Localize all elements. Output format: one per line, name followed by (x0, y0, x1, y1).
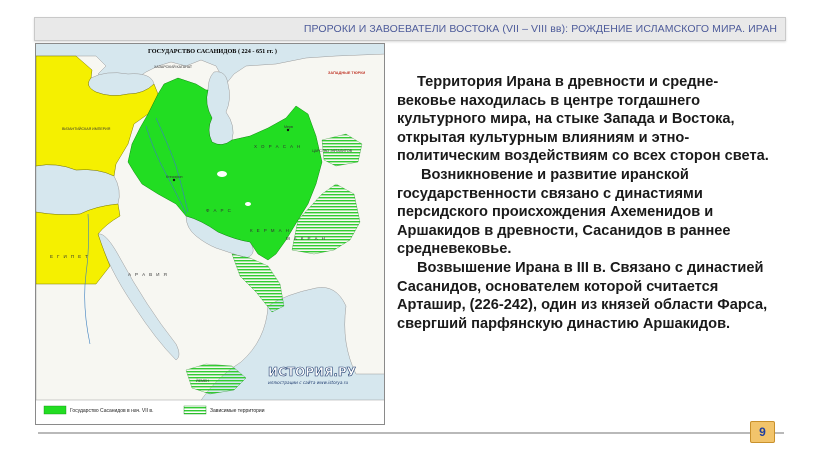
label-khorasan: Х О Р А С А Н (254, 144, 302, 149)
legend-contested-label: Зависимые территории (210, 408, 265, 414)
label-hephthalites: ЦАРСТВО ЭФТАЛИТОВ (312, 149, 353, 153)
map-title: ГОСУДАРСТВО САСАНИДОВ ( 224 - 651 гг. ) (148, 48, 277, 55)
city-dot (286, 128, 290, 132)
footer-divider (38, 432, 784, 434)
watermark-caption: иллюстрации с сайта www.istorya.ru (268, 380, 348, 385)
header-bar: ПРОРОКИ И ЗАВОЕВАТЕЛИ ВОСТОКА (VII – VII… (34, 17, 786, 41)
label-fars: Ф А Р С (206, 208, 232, 213)
map-sasanid-state: ГОСУДАРСТВО САСАНИДОВ ( 224 - 651 гг. ) … (35, 43, 385, 425)
label-khazar: ХАЗАРСКИЙ КАГАНАТ (154, 65, 193, 69)
paragraph-1: Территория Ирана в древности и средне-ве… (397, 74, 769, 165)
label-arabia: А Р А В И Я (128, 272, 168, 277)
map-canvas: ГОСУДАРСТВО САСАНИДОВ ( 224 - 651 гг. ) … (36, 44, 384, 424)
lake (245, 202, 251, 206)
watermark-logo: ИСТОРИЯ.РУ (268, 365, 356, 379)
lake (217, 171, 227, 177)
legend-swatch-sasanid (43, 405, 67, 415)
label-yemen: ЙЕМЕН (196, 379, 209, 383)
page-number-badge: 9 (750, 421, 775, 443)
label-kerman: К Е Р М А Н (250, 228, 290, 233)
paragraph-2: Возникновение и развитие иранской госуда… (397, 166, 731, 258)
paragraph-3: Возвышение Ирана в III в. Связано с дина… (397, 259, 768, 332)
slide-body-text: Территория Ирана в древности и средне-ве… (397, 73, 777, 333)
label-merv: Мерв (284, 125, 293, 129)
city-dot (172, 178, 176, 182)
label-makran: М А К Р А Н (286, 236, 326, 241)
legend-swatch-contested (183, 405, 207, 415)
label-ctesiphon: Ктесифон (166, 175, 182, 179)
legend-sasanid-label: Государство Сасанидов в нач. VII в. (70, 408, 153, 414)
presentation-title: ПРОРОКИ И ЗАВОЕВАТЕЛИ ВОСТОКА (VII – VII… (303, 23, 777, 35)
label-byzantine: ВИЗАНТИЙСКАЯ ИМПЕРИЯ (62, 127, 111, 131)
label-western-turks: ЗАПАДНЫЕ ТЮРКИ (328, 71, 366, 75)
label-egypt: Е Г И П Е Т (50, 254, 89, 259)
